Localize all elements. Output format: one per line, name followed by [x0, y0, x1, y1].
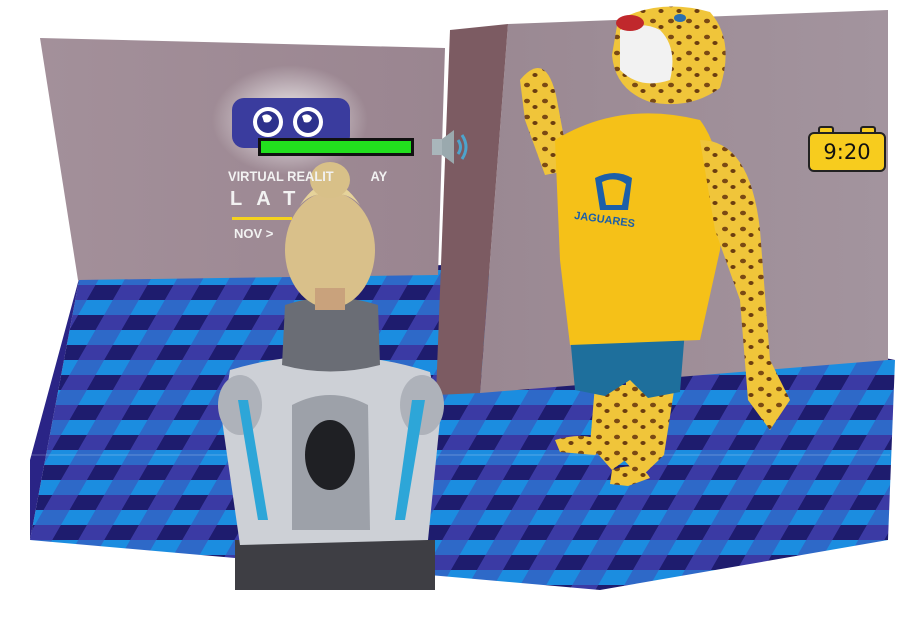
vr-banner-logo: [212, 65, 368, 175]
banner-line-1a: VIRTUAL REALIT: [228, 168, 334, 184]
banner-line-2: LAT: [230, 188, 310, 210]
banner-underline: [232, 217, 292, 220]
game-scene: [30, 6, 895, 590]
banner-line-1b: AY: [370, 168, 388, 184]
banner-line-3: NOV >: [234, 226, 274, 241]
health-bar-fill: [261, 141, 411, 153]
banner-line-1: VIRTUAL REALIT AY: [228, 168, 387, 184]
health-bar: [258, 138, 414, 156]
alarm-clock-icon: 9:20: [808, 126, 888, 176]
clock-time: 9:20: [823, 140, 871, 164]
speaker-volume-icon[interactable]: [430, 126, 474, 168]
